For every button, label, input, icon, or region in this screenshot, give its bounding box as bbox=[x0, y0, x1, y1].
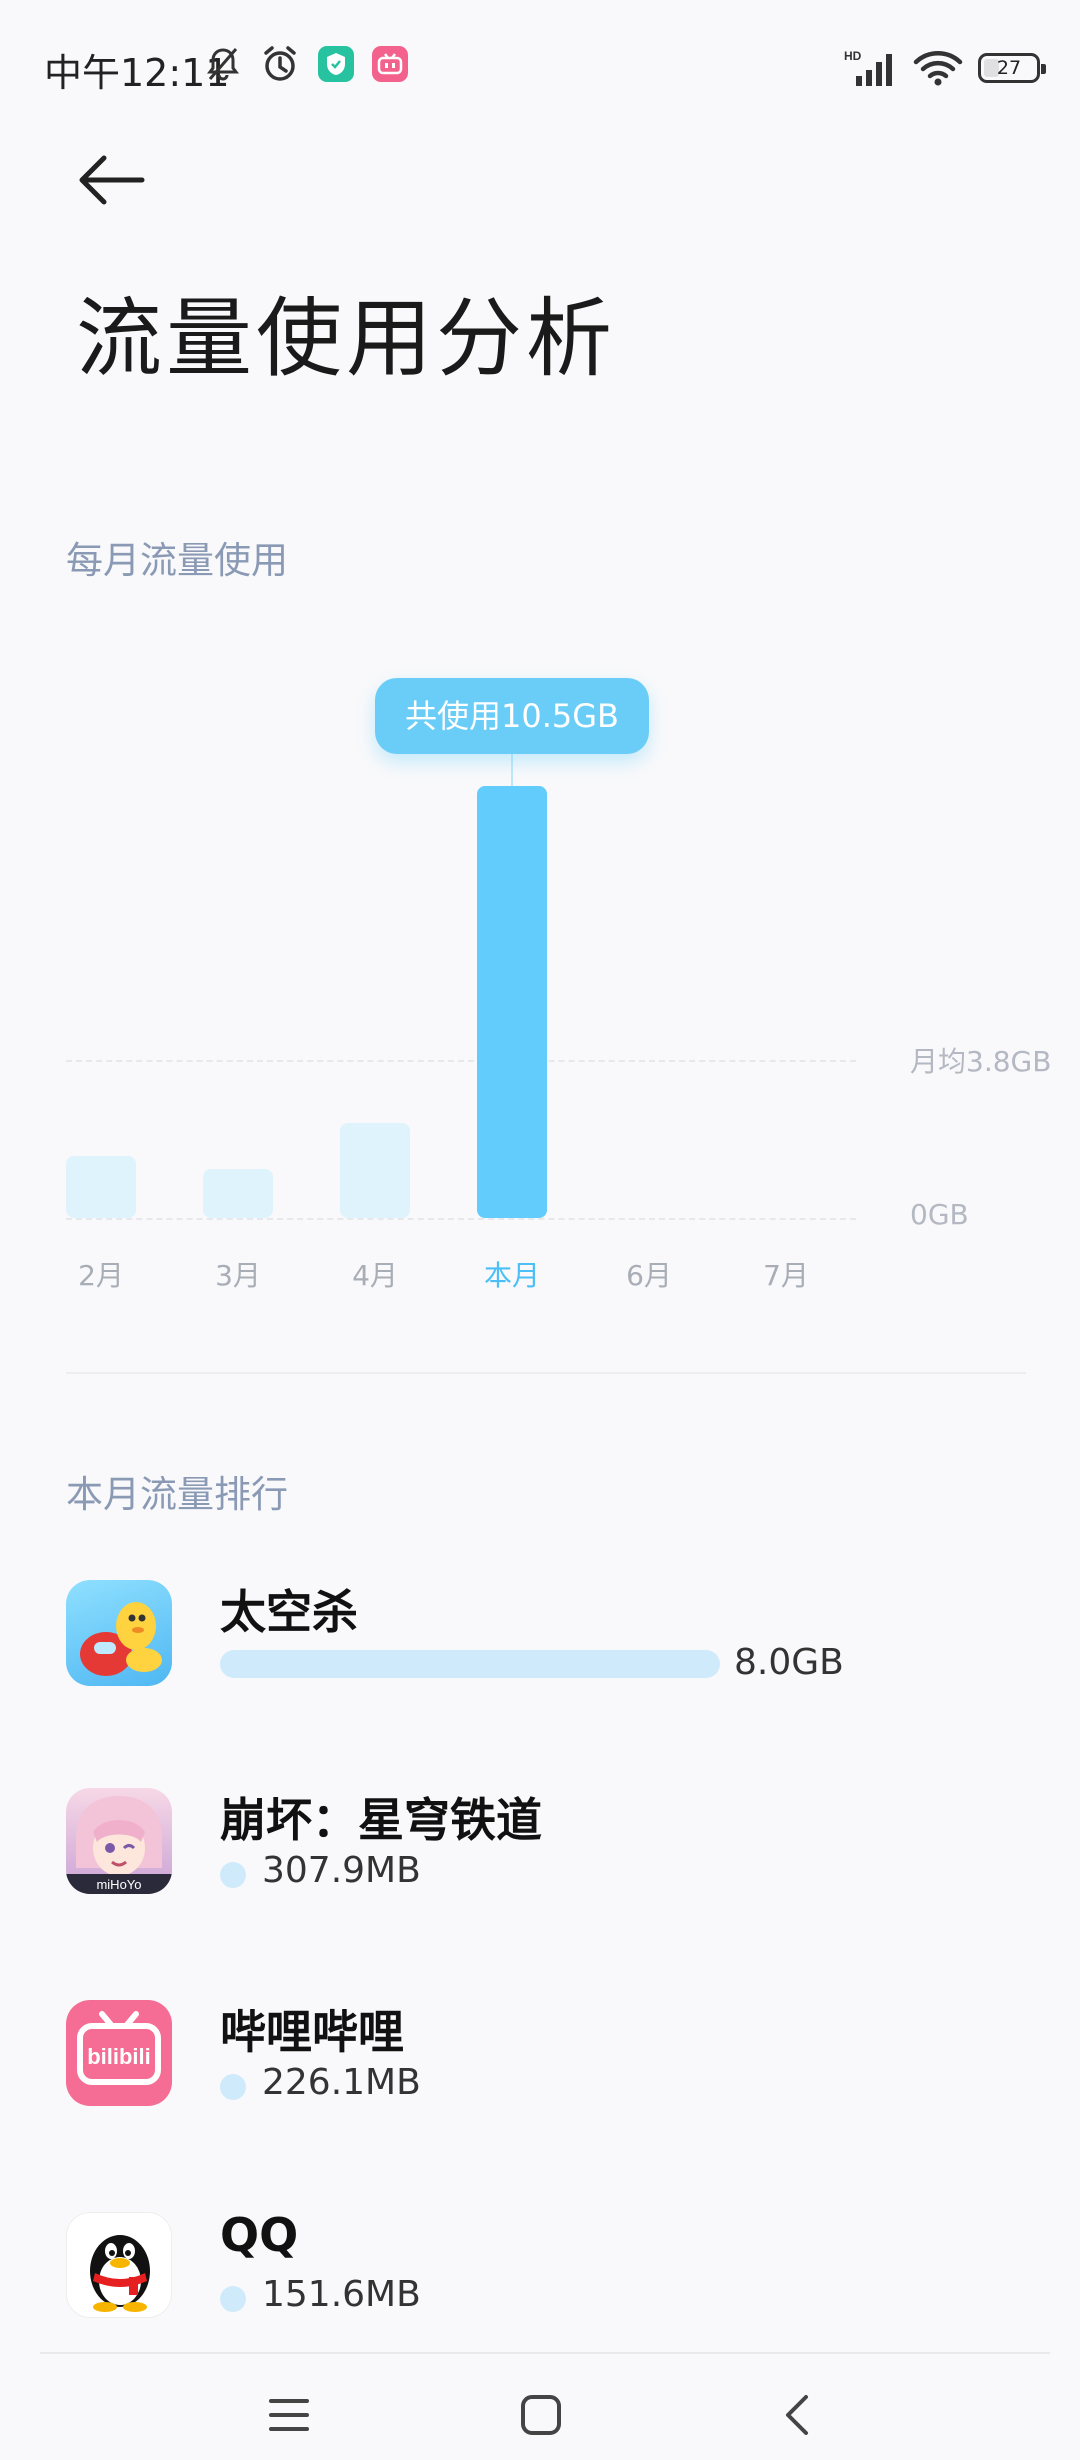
battery-level: 27 bbox=[996, 57, 1022, 79]
status-icons-right: HD 27 bbox=[844, 48, 1046, 88]
chart-bar-0[interactable] bbox=[66, 1156, 136, 1218]
bilibili-app-icon bbox=[372, 46, 408, 82]
zero-label: 0GB bbox=[910, 1198, 969, 1231]
app-name: 哔哩哔哩 bbox=[220, 2005, 404, 2059]
battery-fill bbox=[984, 59, 1000, 77]
honkai-logo-text: miHoYo bbox=[96, 1877, 141, 1892]
average-grid-line bbox=[66, 1060, 856, 1062]
chart-bar-3[interactable] bbox=[477, 786, 547, 1218]
chart-bar-2[interactable] bbox=[340, 1123, 410, 1218]
usage-bar bbox=[220, 1650, 720, 1678]
page-title: 流量使用分析 bbox=[76, 289, 616, 389]
usage-dot bbox=[220, 1862, 246, 1888]
usage-tooltip: 共使用10.5GB bbox=[374, 678, 650, 754]
nav-home-button[interactable] bbox=[496, 2380, 586, 2450]
usage-value: 226.1MB bbox=[262, 2062, 421, 2103]
bilibili-logo-text: bilibili bbox=[87, 2044, 151, 2069]
x-axis-label-5: 7月 bbox=[763, 1259, 809, 1292]
alarm-icon bbox=[264, 46, 296, 81]
app-name: QQ bbox=[220, 2208, 299, 2262]
back-arrow-icon bbox=[79, 155, 145, 205]
cellular-signal-icon: HD bbox=[844, 49, 892, 86]
back-icon bbox=[786, 2395, 808, 2435]
nav-divider bbox=[40, 2352, 1050, 2354]
menu-icon bbox=[269, 2399, 309, 2431]
x-axis-label-3: 本月 bbox=[483, 1259, 540, 1292]
bilibili-app-icon: bilibili bbox=[66, 2000, 172, 2106]
home-icon bbox=[521, 2395, 561, 2435]
x-axis-label-0: 2月 bbox=[78, 1259, 124, 1292]
usage-value: 8.0GB bbox=[734, 1642, 844, 1683]
app-name: 太空杀 bbox=[220, 1585, 358, 1639]
qq-app-icon bbox=[66, 2212, 172, 2318]
rank-item-honkai-star-rail[interactable]: miHoYo 崩坏：星穹铁道 307.9MB bbox=[0, 1788, 1080, 1948]
monthly-section-title: 每月流量使用 bbox=[66, 539, 288, 582]
usage-dot bbox=[220, 2286, 246, 2312]
x-axis-label-2: 4月 bbox=[352, 1259, 398, 1292]
usage-value: 151.6MB bbox=[262, 2274, 421, 2315]
x-axis-label-4: 6月 bbox=[626, 1259, 672, 1292]
honkai-star-rail-app-icon: miHoYo bbox=[66, 1788, 172, 1894]
status-bar: 中午12:11 HD 27 bbox=[0, 0, 1080, 130]
security-app-icon bbox=[318, 46, 354, 82]
status-icons-left bbox=[204, 44, 408, 84]
mute-bell-icon bbox=[207, 48, 239, 81]
ranking-section-title: 本月流量排行 bbox=[66, 1473, 288, 1516]
back-button[interactable] bbox=[72, 150, 148, 210]
space-kill-app-icon bbox=[66, 1580, 172, 1686]
rank-item-bilibili[interactable]: bilibili 哔哩哔哩 226.1MB bbox=[0, 2000, 1080, 2160]
tooltip-stem bbox=[511, 754, 513, 786]
nav-menu-button[interactable] bbox=[244, 2380, 334, 2450]
wifi-icon bbox=[913, 51, 963, 86]
rank-item-space-kill[interactable]: 太空杀 8.0GB bbox=[0, 1580, 1080, 1740]
rank-item-qq[interactable]: QQ 151.6MB bbox=[0, 2208, 1080, 2372]
zero-grid-line bbox=[66, 1218, 856, 1220]
average-label: 月均3.8GB bbox=[910, 1045, 1052, 1078]
x-axis-label-1: 3月 bbox=[215, 1259, 261, 1292]
usage-value: 307.9MB bbox=[262, 1850, 421, 1891]
app-name: 崩坏：星穹铁道 bbox=[220, 1793, 542, 1847]
section-divider bbox=[66, 1372, 1026, 1374]
nav-back-button[interactable] bbox=[752, 2380, 842, 2450]
chart-bar-1[interactable] bbox=[203, 1169, 273, 1218]
monthly-usage-chart: 月均3.8GB 0GB 共使用10.5GB 2月 3月 4月 本月 6月 7月 bbox=[0, 640, 1080, 1292]
network-type-label: HD bbox=[844, 49, 862, 63]
battery-icon: 27 bbox=[978, 53, 1046, 83]
status-time: 中午12:11 bbox=[44, 51, 230, 95]
usage-dot bbox=[220, 2074, 246, 2100]
